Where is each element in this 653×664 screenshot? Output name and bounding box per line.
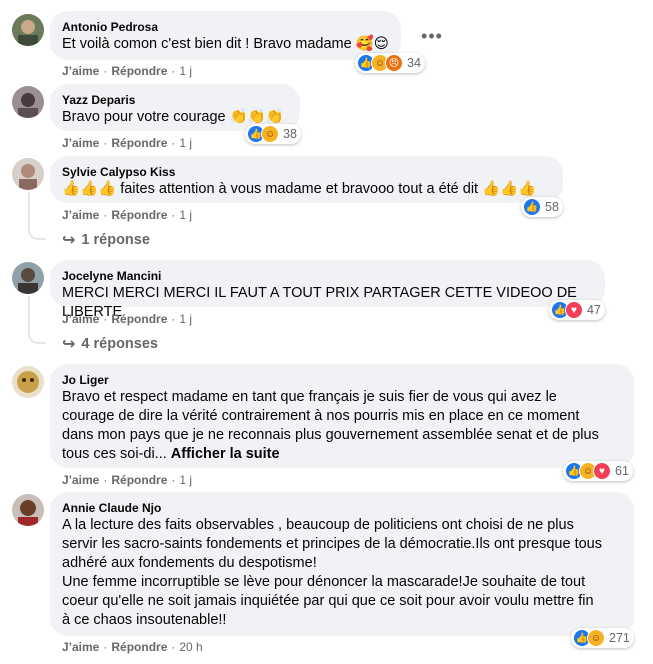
comment-author[interactable]: Yazz Deparis — [62, 92, 288, 108]
more-options-icon[interactable]: ••• — [420, 24, 444, 48]
comment-bubble: Antonio Pedrosa Et voilà comon c'est bie… — [50, 11, 401, 60]
reaction-summary[interactable]: 👍 ♥ 47 — [549, 300, 605, 320]
reaction-summary[interactable]: 👍 ☺ ♥ 61 — [563, 461, 633, 481]
thread-line — [28, 192, 46, 240]
comment-actions: J’aime · Répondre · 1 j — [62, 473, 193, 487]
comment-text-line: A la lecture des faits observables , bea… — [62, 517, 574, 533]
reply-arrow-icon: ↪ — [62, 336, 76, 353]
care-icon: ☺ — [261, 125, 279, 143]
reply-arrow-icon: ↪ — [62, 232, 76, 249]
reaction-summary[interactable]: 👍 58 — [521, 197, 563, 217]
comment-author[interactable]: Annie Claude Njo — [62, 500, 622, 516]
love-icon: ♥ — [565, 301, 583, 319]
comment-bubble: Jo Liger Bravo et respect madame en tant… — [50, 364, 634, 468]
comment-bubble: Sylvie Calypso Kiss 👍👍👍 faites attention… — [50, 156, 563, 203]
love-icon: ♥ — [593, 462, 611, 480]
avatar[interactable] — [12, 262, 44, 294]
comment-author[interactable]: Antonio Pedrosa — [62, 19, 389, 35]
like-link[interactable]: J’aime — [62, 64, 99, 78]
comment-text-line: coeur qu'elle ne soit jamais inquiétée p… — [62, 593, 594, 609]
reaction-summary[interactable]: 👍 ☺ 😠 34 — [355, 53, 425, 73]
like-link[interactable]: J’aime — [62, 136, 99, 150]
reaction-count: 61 — [615, 464, 629, 478]
comment-text: Et voilà comon c'est bien dit ! Bravo ma… — [62, 36, 389, 52]
comment-text-line: à ce chaos insoutenable!! — [62, 612, 227, 628]
comment-bubble: Annie Claude Njo A la lecture des faits … — [50, 492, 634, 636]
reply-link[interactable]: Répondre — [111, 136, 167, 150]
comment-text-truncated: tous ces soi-di... — [62, 446, 167, 462]
reply-link[interactable]: Répondre — [111, 312, 167, 326]
comment-text-line: tous ces soi-di... Afficher la suite — [62, 445, 622, 464]
comment-actions: J’aime · Répondre · 1 j — [62, 64, 193, 78]
avatar[interactable] — [12, 14, 44, 46]
comment-text-line: Bravo et respect madame en tant que fran… — [62, 389, 557, 405]
reaction-count: 271 — [609, 631, 630, 645]
view-replies-link[interactable]: ↪ 1 réponse — [62, 230, 150, 250]
timestamp[interactable]: 20 h — [179, 640, 202, 654]
reaction-count: 38 — [283, 127, 297, 141]
avatar[interactable] — [12, 494, 44, 526]
reaction-count: 34 — [407, 56, 421, 70]
like-link[interactable]: J’aime — [62, 312, 99, 326]
timestamp[interactable]: 1 j — [179, 208, 192, 222]
like-icon: 👍 — [523, 198, 541, 216]
comment-author[interactable]: Jocelyne Mancini — [62, 268, 593, 284]
reaction-count: 58 — [545, 200, 559, 214]
reply-link[interactable]: Répondre — [111, 64, 167, 78]
comment-author[interactable]: Jo Liger — [62, 372, 622, 388]
like-link[interactable]: J’aime — [62, 473, 99, 487]
comment-text-line: Une femme incorruptible se lève pour dén… — [62, 574, 586, 590]
like-link[interactable]: J’aime — [62, 640, 99, 654]
comment-bubble: Jocelyne Mancini MERCI MERCI MERCI IL FA… — [50, 260, 605, 320]
avatar[interactable] — [12, 366, 44, 398]
reply-link[interactable]: Répondre — [111, 473, 167, 487]
timestamp[interactable]: 1 j — [179, 473, 192, 487]
thread-line — [28, 296, 46, 344]
comment-actions: J’aime · Répondre · 1 j — [62, 208, 193, 222]
reaction-summary[interactable]: 👍 ☺ 38 — [245, 124, 301, 144]
reply-link[interactable]: Répondre — [111, 640, 167, 654]
comment-text-line: adhéré aux fondements du despotisme! — [62, 555, 317, 571]
comment-text-line: servir les sacro-saints fondements et pr… — [62, 536, 602, 552]
comment-text-line: courage de dire la vérité contrairement … — [62, 408, 580, 424]
timestamp[interactable]: 1 j — [179, 64, 192, 78]
avatar[interactable] — [12, 86, 44, 118]
like-link[interactable]: J’aime — [62, 208, 99, 222]
care-icon: ☺ — [587, 629, 605, 647]
comment-actions: J’aime · Répondre · 1 j — [62, 312, 193, 326]
comment-text-line: dans mon pays que je ne reconnais plus g… — [62, 427, 599, 443]
timestamp[interactable]: 1 j — [179, 312, 192, 326]
angry-icon: 😠 — [385, 54, 403, 72]
comment-author[interactable]: Sylvie Calypso Kiss — [62, 164, 551, 180]
replies-count: 1 réponse — [81, 232, 150, 248]
reaction-count: 47 — [587, 303, 601, 317]
see-more-link[interactable]: Afficher la suite — [171, 446, 280, 462]
comment-actions: J’aime · Répondre · 20 h — [62, 640, 203, 654]
timestamp[interactable]: 1 j — [179, 136, 192, 150]
reply-link[interactable]: Répondre — [111, 208, 167, 222]
replies-count: 4 réponses — [81, 336, 158, 352]
view-replies-link[interactable]: ↪ 4 réponses — [62, 334, 158, 354]
comment-actions: J’aime · Répondre · 1 j — [62, 136, 193, 150]
reaction-summary[interactable]: 👍 ☺ 271 — [571, 628, 634, 648]
avatar[interactable] — [12, 158, 44, 190]
comment-text: 👍👍👍 faites attention à vous madame et br… — [62, 181, 537, 197]
